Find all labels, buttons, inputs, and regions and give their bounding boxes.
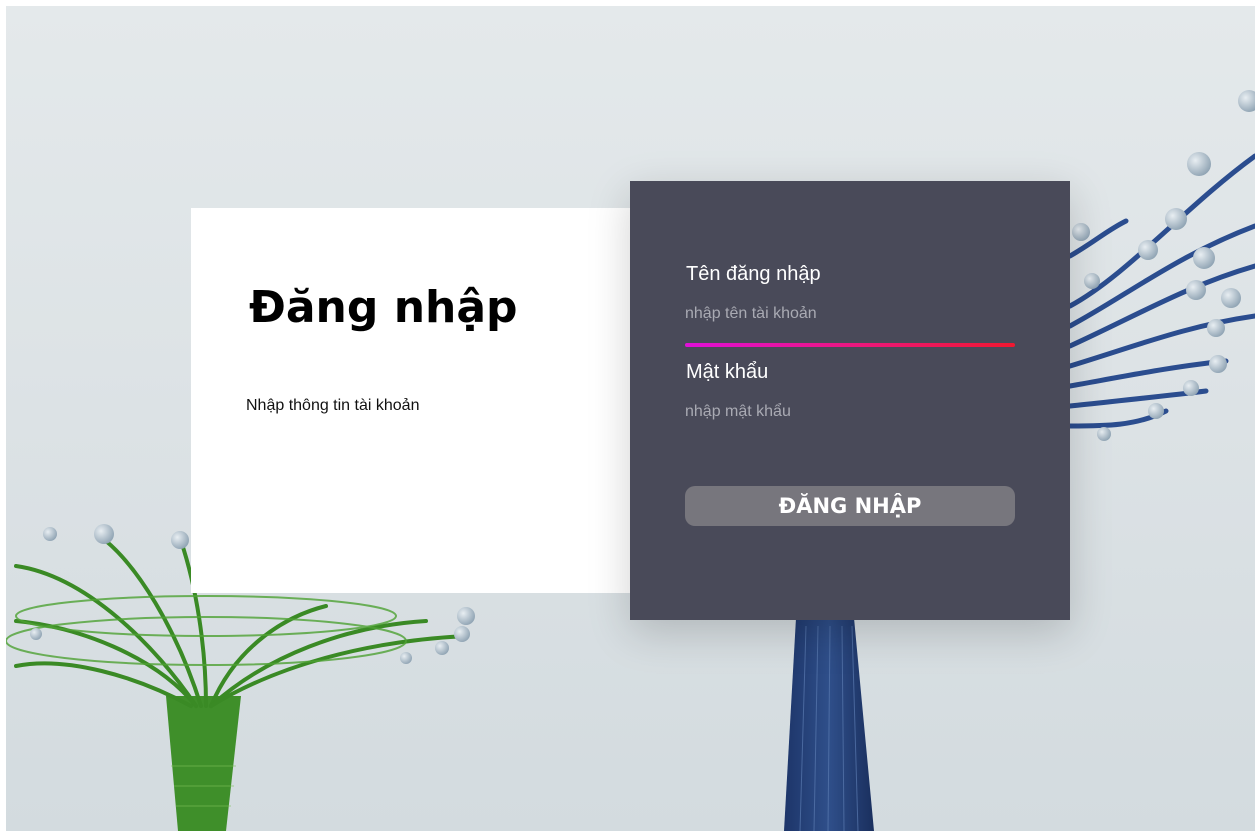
username-label: Tên đăng nhập: [686, 263, 821, 285]
login-button[interactable]: ĐĂNG NHẬP: [685, 486, 1015, 526]
login-page: Đăng nhập Nhập thông tin tài khoản Tên đ…: [6, 6, 1255, 831]
page-subtitle: Nhập thông tin tài khoản: [246, 397, 420, 414]
password-input[interactable]: [685, 400, 1015, 424]
intro-card: Đăng nhập Nhập thông tin tài khoản: [191, 208, 636, 593]
login-form: Tên đăng nhập Mật khẩu ĐĂNG NHẬP: [630, 181, 1070, 620]
username-input[interactable]: [685, 302, 1015, 326]
password-label: Mật khẩu: [686, 361, 769, 383]
username-focus-underline: [685, 343, 1015, 347]
page-title: Đăng nhập: [249, 282, 518, 333]
